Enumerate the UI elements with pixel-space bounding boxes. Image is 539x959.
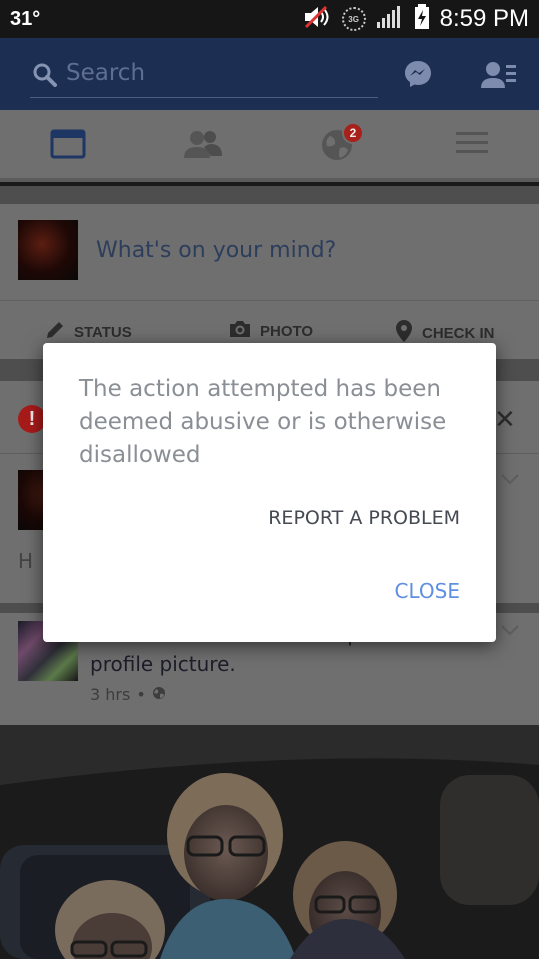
mute-icon: [302, 4, 332, 34]
dialog-message: The action attempted has been deemed abu…: [79, 376, 447, 468]
check-in-label: CHECK IN: [422, 324, 495, 342]
search-input[interactable]: Search: [66, 60, 145, 86]
feed-divider: [0, 186, 539, 204]
error-dialog: The action attempted has been deemed abu…: [43, 343, 496, 642]
app-header: Search: [0, 38, 539, 110]
news-feed-icon[interactable]: [50, 128, 86, 164]
alert-icon: !: [18, 405, 46, 433]
messenger-icon[interactable]: [402, 58, 434, 94]
photo-button[interactable]: PHOTO: [228, 319, 313, 343]
photo-label: PHOTO: [260, 322, 314, 340]
network-3g-icon: 3G: [341, 7, 366, 31]
search-bar[interactable]: Search: [30, 54, 378, 98]
weather-temperature: 31°: [10, 8, 41, 30]
clock: 8:59 PM: [439, 5, 529, 32]
friends-icon[interactable]: [184, 128, 222, 164]
close-button[interactable]: CLOSE: [395, 579, 460, 603]
tab-bar: [0, 110, 539, 182]
status-bar: 31° 3G 8:59 PM: [0, 0, 539, 38]
composer-input[interactable]: What's on your mind?: [96, 238, 336, 263]
post-time[interactable]: 3 hrs: [90, 685, 130, 704]
status-label: STATUS: [74, 323, 132, 341]
post-action-tail: profile picture.: [90, 652, 236, 676]
post-photo[interactable]: [0, 725, 539, 959]
close-icon[interactable]: ✕: [494, 405, 516, 435]
report-problem-button[interactable]: REPORT A PROBLEM: [268, 507, 460, 529]
globe-icon: [152, 685, 166, 704]
avatar[interactable]: [18, 220, 78, 280]
camera-icon: [228, 319, 252, 343]
signal-icon: [376, 5, 404, 33]
post-text-fragment: H: [18, 549, 34, 573]
search-icon: [32, 62, 58, 92]
notification-badge: 2: [342, 122, 364, 144]
friend-requests-icon[interactable]: [481, 60, 517, 94]
chevron-down-icon[interactable]: [500, 621, 520, 640]
chevron-down-icon[interactable]: [500, 470, 520, 489]
status-icons: 3G 8:59 PM: [302, 3, 529, 35]
composer: What's on your mind? STATUS PHOTO CHECK …: [0, 204, 539, 359]
pencil-icon: [44, 319, 66, 345]
status-button[interactable]: STATUS: [44, 319, 132, 345]
meta-separator: •: [136, 685, 146, 704]
battery-charging-icon: [414, 4, 430, 34]
menu-icon[interactable]: [455, 128, 489, 162]
post-meta: 3 hrs •: [90, 685, 166, 704]
